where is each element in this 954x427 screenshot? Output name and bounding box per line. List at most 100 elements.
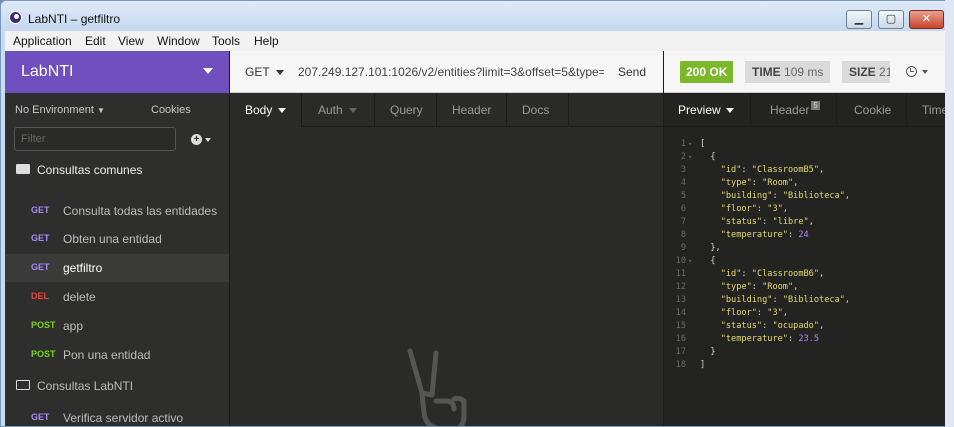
code-line: 9 }, bbox=[664, 243, 947, 256]
code-line: 4 "type": "Room", bbox=[664, 178, 947, 191]
request-item[interactable]: POST Pon una entidad bbox=[5, 341, 229, 369]
tab-divider bbox=[436, 93, 437, 127]
code-line: 15 "status": "ocupado", bbox=[664, 321, 947, 334]
sidebar: LabNTI No Environment ▼ Cookies + Consul… bbox=[5, 51, 229, 426]
menu-view[interactable]: View bbox=[118, 34, 144, 48]
http-method-select[interactable]: GET bbox=[245, 65, 284, 79]
request-label: Pon una entidad bbox=[63, 348, 151, 362]
code-text: "status": "libre", bbox=[720, 217, 814, 227]
request-pane: GET Send Body Auth Query Header Docs bbox=[229, 51, 664, 426]
code-text: "status": "ocupado", bbox=[720, 321, 825, 331]
request-item[interactable]: GET Obten una entidad bbox=[5, 225, 229, 253]
tab-query[interactable]: Query bbox=[390, 93, 423, 127]
filter-input[interactable] bbox=[14, 127, 176, 151]
code-text: "floor": "3", bbox=[720, 204, 788, 214]
menu-bar: Application Edit View Window Tools Help bbox=[5, 31, 946, 51]
insomnia-logo-icon bbox=[9, 11, 22, 24]
tab-header[interactable]: Header bbox=[452, 93, 491, 127]
line-number: 3 bbox=[680, 165, 686, 175]
method-badge: POST bbox=[31, 349, 56, 359]
request-label: getfiltro bbox=[63, 261, 103, 275]
code-line: 16 "temperature": 23.5 bbox=[664, 334, 947, 347]
add-request-button[interactable]: + bbox=[191, 132, 217, 146]
request-label: Obten una entidad bbox=[63, 232, 162, 246]
code-text: "floor": "3", bbox=[720, 308, 788, 318]
code-text: "temperature": 24 bbox=[720, 230, 809, 240]
method-badge: DEL bbox=[31, 291, 49, 301]
request-item[interactable]: POST app bbox=[5, 312, 229, 340]
send-button[interactable]: Send bbox=[618, 65, 646, 79]
menu-tools[interactable]: Tools bbox=[212, 34, 240, 48]
tab-divider bbox=[506, 93, 507, 127]
tab-preview[interactable]: Preview bbox=[664, 93, 751, 127]
chevron-down-icon: ▼ bbox=[96, 106, 105, 115]
code-text: "building": "Biblioteca", bbox=[720, 295, 851, 305]
fold-arrow-icon[interactable]: ▾ bbox=[688, 140, 692, 148]
code-line: 1 ▾ [ bbox=[664, 139, 947, 152]
code-line: 3 "id": "ClassroomB5", bbox=[664, 165, 947, 178]
menu-edit[interactable]: Edit bbox=[85, 34, 106, 48]
code-line: 8 "temperature": 24 bbox=[664, 230, 947, 243]
status-badge: 200 OK bbox=[680, 61, 734, 83]
tab-body[interactable]: Body bbox=[230, 93, 302, 127]
title-bar[interactable]: LabNTI – getfiltro ▁ ▢ ✕ bbox=[1, 1, 949, 31]
app-body: LabNTI No Environment ▼ Cookies + Consul… bbox=[5, 51, 949, 426]
tab-auth[interactable]: Auth bbox=[318, 93, 357, 127]
code-text: [ bbox=[700, 139, 706, 149]
url-bar: GET Send bbox=[230, 51, 664, 93]
code-text: ] bbox=[700, 360, 706, 370]
app-window: LabNTI – getfiltro ▁ ▢ ✕ Application Edi… bbox=[0, 0, 950, 427]
code-text: } bbox=[700, 347, 716, 357]
line-number: 5 bbox=[680, 191, 686, 201]
folder-consultas-labnti[interactable]: Consultas LabNTI bbox=[5, 371, 229, 401]
code-text: "id": "ClassroomB5", bbox=[720, 165, 825, 175]
peace-hand-icon bbox=[407, 348, 467, 426]
tab-divider bbox=[906, 93, 907, 127]
response-meta-bar: 200 OK TIME 109 ms SIZE 21 bbox=[664, 51, 947, 93]
menu-application[interactable]: Application bbox=[13, 34, 72, 48]
menu-window[interactable]: Window bbox=[157, 34, 200, 48]
url-input[interactable] bbox=[298, 62, 604, 82]
line-number: 1 bbox=[680, 139, 686, 149]
time-label: TIME bbox=[752, 65, 781, 79]
response-tabs: Preview Header 5 Cookie Timel bbox=[664, 93, 949, 127]
folder-open-icon bbox=[16, 164, 30, 174]
tab-response-header[interactable]: Header 5 bbox=[770, 93, 820, 127]
request-item[interactable]: DEL delete bbox=[5, 283, 229, 311]
desktop-edge bbox=[945, 0, 954, 427]
tab-cookie[interactable]: Cookie bbox=[854, 93, 891, 127]
line-number: 16 bbox=[675, 334, 686, 344]
code-text: "building": "Biblioteca", bbox=[720, 191, 851, 201]
line-number: 4 bbox=[680, 178, 686, 188]
tab-label: Preview bbox=[678, 103, 721, 117]
code-line: 14 "floor": "3", bbox=[664, 308, 947, 321]
request-item[interactable]: GET Consulta todas las entidades bbox=[5, 197, 229, 225]
http-method-label: GET bbox=[245, 65, 270, 79]
chevron-down-icon[interactable] bbox=[922, 70, 928, 74]
fold-arrow-icon[interactable]: ▾ bbox=[688, 257, 692, 265]
code-line: 6 "floor": "3", bbox=[664, 204, 947, 217]
history-clock-icon[interactable] bbox=[906, 66, 917, 77]
code-text: "type": "Room", bbox=[720, 178, 799, 188]
response-pane: 200 OK TIME 109 ms SIZE 21 Preview Heade… bbox=[663, 51, 949, 426]
time-badge: TIME 109 ms bbox=[745, 61, 831, 83]
request-item-active[interactable]: GET getfiltro bbox=[5, 254, 229, 282]
fold-arrow-icon[interactable]: ▾ bbox=[688, 153, 692, 161]
line-number: 12 bbox=[675, 282, 686, 292]
minimize-button[interactable]: ▁ bbox=[846, 10, 872, 29]
request-item[interactable]: GET Verifica servidor activo bbox=[5, 404, 229, 426]
folder-consultas-comunes[interactable]: Consultas comunes bbox=[5, 155, 229, 185]
chevron-down-icon bbox=[203, 68, 213, 74]
environment-select[interactable]: No Environment ▼ bbox=[15, 104, 105, 116]
cookies-button[interactable]: Cookies bbox=[151, 104, 191, 116]
close-button[interactable]: ✕ bbox=[909, 10, 944, 29]
size-value: 21 bbox=[879, 65, 890, 79]
line-number: 9 bbox=[680, 243, 686, 253]
code-line: 11 "id": "ClassroomB6", bbox=[664, 269, 947, 282]
menu-help[interactable]: Help bbox=[254, 34, 279, 48]
workspace-selector[interactable]: LabNTI bbox=[5, 51, 229, 93]
tab-docs[interactable]: Docs bbox=[522, 93, 549, 127]
code-line: 5 "building": "Biblioteca", bbox=[664, 191, 947, 204]
line-number: 8 bbox=[680, 230, 686, 240]
maximize-button[interactable]: ▢ bbox=[878, 10, 904, 29]
